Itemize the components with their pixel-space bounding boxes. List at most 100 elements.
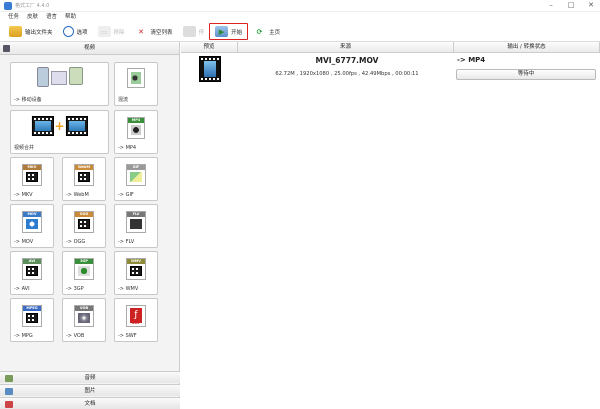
start-button[interactable]: ▶ 开始 bbox=[209, 23, 249, 40]
tile-vob[interactable]: VOB -> VOB bbox=[62, 298, 106, 342]
mpg-icon: MPEG bbox=[22, 305, 42, 327]
stop-button[interactable]: 停 bbox=[178, 23, 210, 40]
clear-list-label: 清空列表 bbox=[150, 29, 173, 36]
tile-mkv-label: -> MKV bbox=[14, 192, 33, 198]
home-label: 主页 bbox=[269, 29, 281, 36]
flv-icon: FLV bbox=[126, 211, 146, 233]
audio-category-icon bbox=[5, 375, 13, 382]
webm-icon: WebM bbox=[74, 164, 94, 186]
tile-3gp-label: -> 3GP bbox=[66, 286, 84, 292]
document-category-label: 文档 bbox=[84, 401, 96, 407]
task-list: 预览 来源 输出 / 转换状态 MVI_6777.MOV 62.72M , 19… bbox=[181, 42, 600, 409]
start-icon: ▶ bbox=[215, 26, 229, 37]
vob-icon: VOB bbox=[74, 305, 94, 327]
tile-webm-label: -> WebM bbox=[66, 192, 89, 198]
folder-icon bbox=[9, 26, 22, 37]
stop-label: 停 bbox=[198, 29, 205, 36]
remove-label: 移除 bbox=[113, 29, 125, 36]
options-label: 选项 bbox=[76, 29, 88, 36]
video-thumbnail-icon bbox=[199, 56, 221, 82]
swf-icon: ƒ SWF bbox=[126, 305, 146, 327]
minimize-icon[interactable]: – bbox=[546, 1, 556, 10]
tile-mp4[interactable]: MP4 -> MP4 bbox=[114, 110, 158, 154]
mux-icon bbox=[127, 68, 145, 88]
menu-task[interactable]: 任务 bbox=[8, 12, 19, 22]
video-category-label: 视频 bbox=[83, 45, 95, 51]
menu-bar: 任务 皮肤 语言 帮助 bbox=[0, 12, 600, 22]
tile-ogg-label: -> OGG bbox=[66, 239, 86, 245]
audio-category-label: 音频 bbox=[84, 375, 96, 381]
tile-mov-label: -> MOV bbox=[14, 239, 34, 245]
picture-category-icon bbox=[5, 388, 13, 395]
tile-mux-label: 混流 bbox=[118, 97, 129, 103]
source-metadata: 62.72M , 1920x1080 , 25.00fps , 42.49Mbp… bbox=[275, 71, 419, 77]
tile-mux[interactable]: 混流 bbox=[114, 62, 158, 106]
tile-mpg[interactable]: MPEG -> MPG bbox=[10, 298, 54, 342]
tile-vob-label: -> VOB bbox=[66, 333, 85, 339]
output-folder-button[interactable]: 输出文件夹 bbox=[4, 23, 58, 40]
ogg-icon: OGG bbox=[74, 211, 94, 233]
column-source[interactable]: 来源 bbox=[238, 42, 454, 53]
app-icon bbox=[4, 2, 12, 10]
mp4-icon: MP4 bbox=[127, 117, 145, 139]
menu-skin[interactable]: 皮肤 bbox=[27, 12, 38, 22]
maximize-icon[interactable]: □ bbox=[566, 1, 576, 10]
tile-webm[interactable]: WebM -> WebM bbox=[62, 157, 106, 201]
toolbar: 输出文件夹 选项 ▭ 移除 ✕ 清空列表 停 ▶ 开始 ⟳ 主页 bbox=[0, 22, 600, 42]
column-preview[interactable]: 预览 bbox=[181, 42, 238, 53]
tile-video-join[interactable]: + 视频合并 bbox=[10, 110, 109, 154]
menu-help[interactable]: 帮助 bbox=[65, 12, 76, 22]
options-icon bbox=[62, 26, 74, 37]
title-bar: 格式工厂 4.4.0 – □ ✕ bbox=[0, 0, 600, 12]
start-label: 开始 bbox=[231, 29, 243, 36]
audio-category-header[interactable]: 音频 bbox=[0, 371, 180, 383]
home-button[interactable]: ⟳ 主页 bbox=[248, 23, 285, 40]
tile-ogg[interactable]: OGG -> OGG bbox=[62, 204, 106, 248]
tile-mobile-device[interactable]: -> 移动设备 bbox=[10, 62, 109, 106]
window-title: 格式工厂 4.4.0 bbox=[15, 3, 50, 9]
mov-icon: MOV bbox=[22, 211, 42, 233]
3gp-icon: 3GP bbox=[74, 258, 94, 280]
remove-button[interactable]: ▭ 移除 bbox=[93, 23, 130, 40]
tile-mobile-label: -> 移动设备 bbox=[14, 97, 42, 103]
tile-mov[interactable]: MOV -> MOV bbox=[10, 204, 54, 248]
tile-mp4-label: -> MP4 bbox=[118, 145, 137, 151]
remove-icon: ▭ bbox=[97, 26, 111, 37]
source-filename: MVI_6777.MOV bbox=[315, 56, 379, 65]
mkv-icon: MKV bbox=[22, 164, 42, 186]
document-category-icon bbox=[5, 401, 13, 408]
tile-mkv[interactable]: MKV -> MKV bbox=[10, 157, 54, 201]
tile-wmv[interactable]: WMV -> WMV bbox=[114, 251, 158, 295]
tile-gif[interactable]: GIF -> GIF bbox=[114, 157, 158, 201]
options-button[interactable]: 选项 bbox=[58, 23, 93, 40]
tile-flv-label: -> FLV bbox=[118, 239, 135, 245]
video-category-header[interactable]: 视频 bbox=[0, 42, 179, 55]
avi-icon: AVI bbox=[22, 258, 42, 280]
tile-avi[interactable]: AVI -> AVI bbox=[10, 251, 54, 295]
clear-list-button[interactable]: ✕ 清空列表 bbox=[130, 23, 178, 40]
picture-category-header[interactable]: 图片 bbox=[0, 384, 180, 396]
clear-icon: ✕ bbox=[138, 27, 144, 36]
mobile-devices-icon bbox=[36, 67, 83, 87]
gif-icon: GIF bbox=[126, 164, 146, 186]
close-icon[interactable]: ✕ bbox=[586, 1, 596, 10]
wmv-icon: WMV bbox=[126, 258, 146, 280]
tile-swf[interactable]: ƒ SWF -> SWF bbox=[114, 298, 158, 342]
tile-wmv-label: -> WMV bbox=[118, 286, 139, 292]
tile-swf-label: -> SWF bbox=[118, 333, 137, 339]
conversion-status: 等待中 bbox=[456, 69, 596, 80]
tile-3gp[interactable]: 3GP -> 3GP bbox=[62, 251, 106, 295]
menu-language[interactable]: 语言 bbox=[46, 12, 57, 22]
tile-mpg-label: -> MPG bbox=[14, 333, 33, 339]
home-icon: ⟳ bbox=[256, 27, 263, 36]
stop-icon bbox=[182, 26, 196, 37]
output-folder-label: 输出文件夹 bbox=[25, 29, 53, 36]
tile-join-label: 视频合并 bbox=[14, 145, 35, 151]
document-category-header[interactable]: 文档 bbox=[0, 397, 180, 409]
picture-category-label: 图片 bbox=[84, 388, 96, 394]
tile-flv[interactable]: FLV -> FLV bbox=[114, 204, 158, 248]
video-join-icon: + bbox=[31, 116, 88, 136]
output-format: -> MP4 bbox=[457, 56, 486, 64]
tile-gif-label: -> GIF bbox=[118, 192, 134, 198]
column-output-status[interactable]: 输出 / 转换状态 bbox=[454, 42, 600, 53]
